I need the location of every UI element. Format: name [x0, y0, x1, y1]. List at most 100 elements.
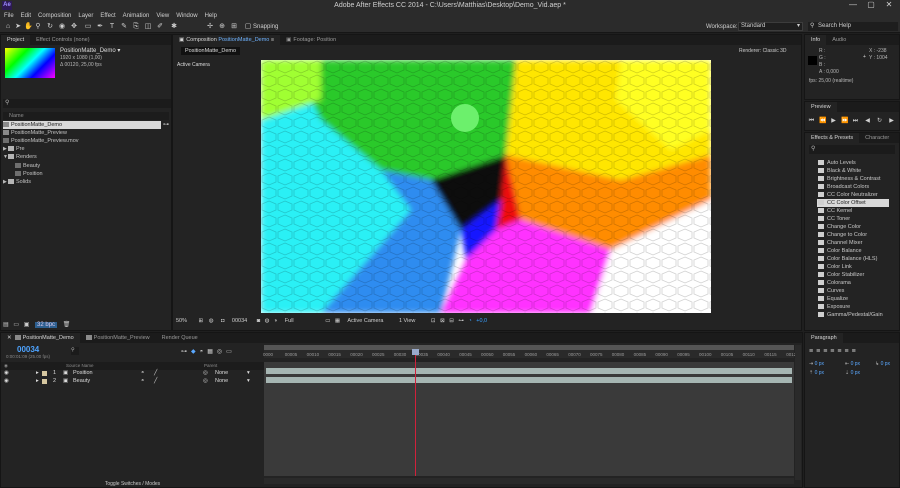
- effect-list-item[interactable]: Exposure: [818, 303, 850, 311]
- resolution-select[interactable]: Full: [285, 318, 294, 324]
- chevron-down-icon[interactable]: ▾: [247, 370, 250, 376]
- parent-pickwhip-icon[interactable]: ◎: [203, 378, 208, 384]
- snap-axis-icon[interactable]: ✢: [206, 23, 214, 31]
- magnification-select[interactable]: 50%: [176, 318, 187, 324]
- tab-composition[interactable]: ▣ Composition PositionMatte_Demo ≡: [173, 35, 281, 45]
- effect-list-item[interactable]: Color Balance: [818, 247, 862, 255]
- maximize-button[interactable]: ▢: [862, 0, 880, 11]
- tab-footage-position[interactable]: ▣ Footage: Position: [280, 35, 342, 45]
- brush-tool-icon[interactable]: ✎: [120, 23, 128, 31]
- quality-icon[interactable]: ╱: [154, 378, 157, 384]
- list-item[interactable]: PositionMatte_Preview.mov: [3, 137, 169, 145]
- tab-timeline-preview[interactable]: PositionMatte_Preview: [80, 333, 156, 343]
- new-composition-icon[interactable]: ▣: [24, 322, 30, 328]
- justify-all-icon[interactable]: ≡: [852, 348, 859, 355]
- indent-right-field[interactable]: ⇤ 0 px: [845, 361, 860, 367]
- effect-list-item[interactable]: Channel Mixer: [818, 239, 862, 247]
- quality-icon[interactable]: ╱: [154, 370, 157, 376]
- list-item[interactable]: PositionMatte_Preview: [3, 129, 169, 137]
- close-icon[interactable]: ✕: [7, 335, 12, 341]
- search-help-input[interactable]: ⚲ Search Help: [808, 22, 898, 31]
- mask-icon[interactable]: ◍: [209, 318, 214, 324]
- list-item[interactable]: PositionMatte_Demo: [3, 121, 161, 129]
- menu-view[interactable]: View: [156, 13, 169, 19]
- menu-animation[interactable]: Animation: [123, 13, 150, 19]
- effects-search-input[interactable]: ⚲: [809, 145, 895, 154]
- timecode-field[interactable]: 00034: [232, 318, 247, 324]
- first-frame-icon[interactable]: ⏮: [808, 118, 815, 124]
- chevron-down-icon[interactable]: ▾: [247, 378, 250, 384]
- loop-icon[interactable]: ↻: [876, 118, 883, 124]
- effect-list-item[interactable]: Curves: [818, 287, 844, 295]
- puppet-tool-icon[interactable]: ✱: [170, 23, 178, 31]
- list-item[interactable]: ▶ Pre: [3, 145, 169, 153]
- label-color[interactable]: [42, 379, 47, 384]
- last-frame-icon[interactable]: ⏭: [852, 118, 859, 124]
- effect-list-item[interactable]: Brightness & Contrast: [818, 175, 881, 183]
- playhead-line[interactable]: [415, 350, 416, 476]
- indent-first-field[interactable]: ↳ 0 px: [875, 361, 890, 367]
- parent-select[interactable]: None: [215, 378, 228, 384]
- timeline-zoom-bar[interactable]: [264, 478, 794, 484]
- view-layout-select[interactable]: 1 View: [399, 318, 415, 324]
- effect-list-item[interactable]: Equalize: [818, 295, 848, 303]
- effect-list-item[interactable]: Black & White: [818, 167, 861, 175]
- menu-icon[interactable]: ≡: [271, 37, 274, 43]
- eraser-tool-icon[interactable]: ◫: [144, 23, 152, 31]
- tab-effect-controls[interactable]: Effect Controls (none): [30, 35, 95, 45]
- rectangle-tool-icon[interactable]: ▭: [84, 23, 92, 31]
- 3d-view-select[interactable]: Active Camera: [347, 318, 383, 324]
- list-item[interactable]: ▼ Renders: [3, 153, 169, 161]
- home-icon[interactable]: ⌂: [4, 23, 12, 31]
- draft-3d-icon[interactable]: ◆: [191, 349, 200, 355]
- new-folder-icon[interactable]: ▭: [13, 322, 19, 328]
- flowchart-icon[interactable]: ⊶: [458, 318, 464, 324]
- snapping-checkbox[interactable]: ▢: [244, 23, 252, 31]
- effect-list-item[interactable]: Color Link: [818, 263, 852, 271]
- bpc-badge[interactable]: 32 bpc: [35, 322, 58, 328]
- frame-blending-icon[interactable]: ▦: [207, 349, 217, 355]
- next-frame-icon[interactable]: ⏩: [841, 118, 848, 124]
- comp-subtab[interactable]: PositionMatte_Demo: [181, 47, 241, 55]
- toggle-pixel-aspect-icon[interactable]: ⊡: [431, 318, 436, 324]
- parent-pickwhip-icon[interactable]: ◎: [203, 370, 208, 376]
- parent-select[interactable]: None: [215, 370, 228, 376]
- eye-icon[interactable]: ◉: [4, 370, 9, 376]
- selection-tool-icon[interactable]: ➤: [14, 23, 22, 31]
- shy-icon[interactable]: ◓: [141, 378, 144, 384]
- hand-tool-icon[interactable]: ✋: [24, 23, 33, 31]
- tab-render-queue[interactable]: Render Queue: [156, 333, 204, 343]
- tab-info[interactable]: Info: [805, 35, 827, 45]
- tab-effects-presets[interactable]: Effects & Presets: [805, 133, 860, 143]
- clone-stamp-tool-icon[interactable]: ⎘: [132, 23, 140, 31]
- pan-behind-tool-icon[interactable]: ✥: [70, 23, 78, 31]
- tab-character[interactable]: Character: [859, 133, 895, 143]
- list-item[interactable]: Position: [15, 170, 169, 178]
- effect-list-item[interactable]: Colorama: [818, 279, 851, 287]
- minimize-button[interactable]: —: [844, 0, 862, 11]
- timeline-timecode[interactable]: 00034: [17, 345, 39, 354]
- exposure-value[interactable]: +0,0: [476, 318, 487, 324]
- roto-brush-tool-icon[interactable]: ✐: [156, 23, 164, 31]
- chevron-right-icon[interactable]: ▸: [36, 370, 39, 376]
- effect-list-item[interactable]: CC Color Neutralizer: [818, 191, 878, 199]
- list-item[interactable]: Beauty: [15, 162, 169, 170]
- fast-previews-icon[interactable]: ⊠: [440, 318, 445, 324]
- effect-list-item[interactable]: Color Balance (HLS): [818, 255, 877, 263]
- effect-list-item[interactable]: CC Kernel: [818, 207, 852, 215]
- effect-list-item[interactable]: CC Toner: [818, 215, 850, 223]
- renderer-info[interactable]: Renderer: Classic 3D: [739, 48, 787, 54]
- timeline-icon[interactable]: ⊟: [449, 318, 454, 324]
- motion-blur-icon[interactable]: ◎: [217, 349, 226, 355]
- menu-layer[interactable]: Layer: [78, 13, 93, 19]
- tab-paragraph[interactable]: Paragraph: [805, 333, 843, 343]
- camera-snapshot-icon[interactable]: ◘: [221, 318, 224, 324]
- timeline-search-input[interactable]: ⚲: [71, 347, 79, 355]
- composition-viewer[interactable]: [261, 60, 711, 313]
- color-channel-icon[interactable]: ◑: [274, 318, 277, 324]
- snapshot-icon[interactable]: ◙: [257, 318, 260, 324]
- shy-icon[interactable]: ◓: [141, 370, 144, 376]
- menu-composition[interactable]: Composition: [38, 13, 71, 19]
- eye-icon[interactable]: ◉: [4, 378, 9, 384]
- type-tool-icon[interactable]: T: [108, 23, 116, 31]
